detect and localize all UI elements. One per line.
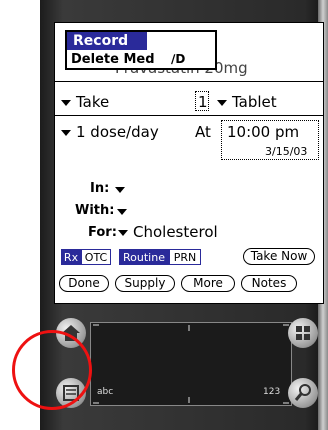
divider bbox=[55, 81, 323, 82]
dropdown-arrow-icon bbox=[217, 99, 227, 106]
unit-dropdown[interactable]: Tablet bbox=[217, 93, 277, 111]
dropdown-arrow-icon bbox=[61, 129, 71, 136]
supply-button[interactable]: Supply bbox=[115, 275, 175, 292]
done-button[interactable]: Done bbox=[59, 275, 109, 292]
take-now-button[interactable]: Take Now bbox=[243, 248, 315, 265]
for-label: For: bbox=[88, 225, 117, 240]
otc-toggle[interactable]: OTC bbox=[81, 249, 111, 265]
more-button[interactable]: More bbox=[181, 275, 235, 292]
in-dropdown-icon[interactable] bbox=[115, 187, 125, 193]
dropdown-arrow-icon bbox=[61, 99, 71, 106]
rx-toggle[interactable]: Rx bbox=[61, 249, 81, 265]
date-value: 3/15/03 bbox=[265, 145, 308, 158]
palm-screen: Pravastatin 20mg Record Delete Med ∕D Ta… bbox=[54, 22, 324, 304]
graffiti-divider-icon bbox=[93, 324, 289, 404]
routine-toggle[interactable]: Routine bbox=[119, 249, 169, 265]
applications-icon bbox=[296, 326, 310, 340]
take-dropdown[interactable]: Take bbox=[61, 93, 109, 111]
divider bbox=[55, 115, 323, 116]
with-dropdown-icon[interactable] bbox=[117, 209, 127, 215]
magnifier-icon bbox=[294, 384, 311, 401]
annotation-circle bbox=[12, 330, 92, 410]
abc-mark: abc bbox=[97, 387, 114, 397]
prn-toggle[interactable]: PRN bbox=[169, 249, 201, 265]
delete-med-menu-item[interactable]: Delete Med bbox=[71, 52, 155, 67]
in-label: In: bbox=[90, 181, 110, 196]
frequency-dropdown[interactable]: 1 dose/day bbox=[61, 123, 159, 141]
with-label: With: bbox=[75, 203, 115, 218]
number-mark: 123 bbox=[263, 387, 281, 397]
dropdown-arrow-icon bbox=[118, 229, 128, 236]
record-menu[interactable]: Record Delete Med ∕D bbox=[65, 30, 217, 70]
find-button[interactable] bbox=[288, 378, 318, 408]
time-value: 10:00 pm bbox=[227, 123, 300, 141]
at-label: At bbox=[195, 123, 211, 141]
graffiti-area[interactable]: abc 123 bbox=[90, 322, 292, 406]
for-dropdown[interactable]: Cholesterol bbox=[118, 223, 218, 241]
quantity-value: 1 bbox=[198, 93, 208, 111]
applications-button[interactable] bbox=[288, 318, 318, 348]
menu-shortcut: ∕D bbox=[171, 52, 186, 66]
menu-title[interactable]: Record bbox=[67, 32, 147, 50]
notes-button[interactable]: Notes bbox=[241, 275, 297, 292]
